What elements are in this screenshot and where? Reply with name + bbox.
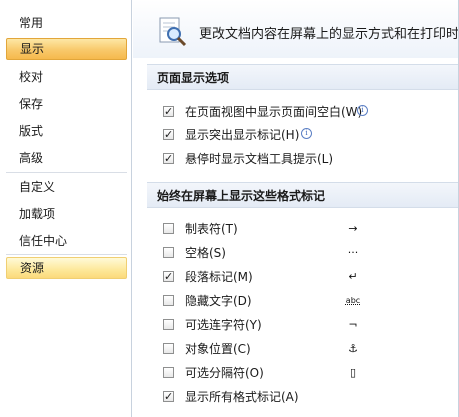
option-label: 空格(S) — [185, 246, 226, 260]
checkbox[interactable] — [163, 388, 174, 406]
checkbox[interactable] — [163, 343, 174, 354]
sidebar-separator — [6, 172, 127, 173]
section-format-marks: 始终在屏幕上显示这些格式标记 — [147, 182, 459, 208]
checkbox[interactable] — [163, 247, 174, 258]
checkbox[interactable] — [163, 367, 174, 378]
sidebar-item-display[interactable]: 显示 — [6, 38, 127, 60]
option-label: 在页面视图中显示页面间空白(W) — [185, 105, 363, 119]
checkbox[interactable] — [163, 295, 174, 306]
options-sidebar: 常用 显示 校对 保存 版式 高级 自定义 加载项 信任中心 资源 — [0, 0, 132, 417]
hyphen-mark-icon: ¬ — [348, 318, 358, 331]
checkbox[interactable] — [163, 126, 174, 144]
space-mark-icon: ··· — [347, 246, 359, 259]
sidebar-item-resources[interactable]: 资源 — [6, 257, 127, 279]
option-label: 可选连字符(Y) — [185, 318, 262, 332]
tab-mark-icon: → — [348, 222, 358, 235]
option-label: 显示突出显示标记(H) — [185, 128, 300, 142]
paragraph-mark-icon: ↵ — [348, 270, 358, 283]
sidebar-item-proofing[interactable]: 校对 — [6, 66, 127, 88]
checkbox[interactable] — [163, 223, 174, 234]
banner-description: 更改文档内容在屏幕上的显示方式和在打印时 — [199, 27, 459, 42]
info-icon[interactable]: i — [357, 105, 368, 116]
sidebar-item-addins[interactable]: 加载项 — [6, 203, 127, 225]
option-label: 段落标记(M) — [185, 270, 253, 284]
checkbox[interactable] — [163, 319, 174, 330]
checkbox[interactable] — [163, 103, 174, 121]
info-icon[interactable]: i — [301, 128, 312, 139]
options-content: 更改文档内容在屏幕上的显示方式和在打印时 页面显示选项 在页面视图中显示页面间空… — [133, 0, 459, 417]
description-banner: 更改文档内容在屏幕上的显示方式和在打印时 — [133, 0, 459, 58]
section-page-display: 页面显示选项 — [147, 64, 459, 90]
sidebar-item-save[interactable]: 保存 — [6, 93, 127, 115]
magnifier-document-icon — [157, 16, 189, 48]
option-label: 隐藏文字(D) — [185, 294, 252, 308]
sidebar-item-popular[interactable]: 常用 — [6, 12, 127, 34]
sidebar-item-trust-center[interactable]: 信任中心 — [6, 230, 127, 252]
anchor-mark-icon: ⚓ — [348, 342, 358, 355]
sidebar-item-layout[interactable]: 版式 — [6, 120, 127, 142]
option-label: 可选分隔符(O) — [185, 366, 264, 380]
hidden-text-mark-icon: abc — [345, 296, 361, 305]
sidebar-item-customize[interactable]: 自定义 — [6, 176, 127, 198]
option-label: 显示所有格式标记(A) — [185, 390, 299, 404]
option-label: 悬停时显示文档工具提示(L) — [185, 152, 334, 166]
sidebar-separator — [6, 254, 127, 255]
option-label: 制表符(T) — [185, 222, 238, 236]
break-mark-icon: ▯ — [349, 366, 357, 379]
checkbox[interactable] — [163, 150, 174, 168]
sidebar-item-advanced[interactable]: 高级 — [6, 147, 127, 169]
checkbox[interactable] — [163, 268, 174, 286]
option-label: 对象位置(C) — [185, 342, 251, 356]
